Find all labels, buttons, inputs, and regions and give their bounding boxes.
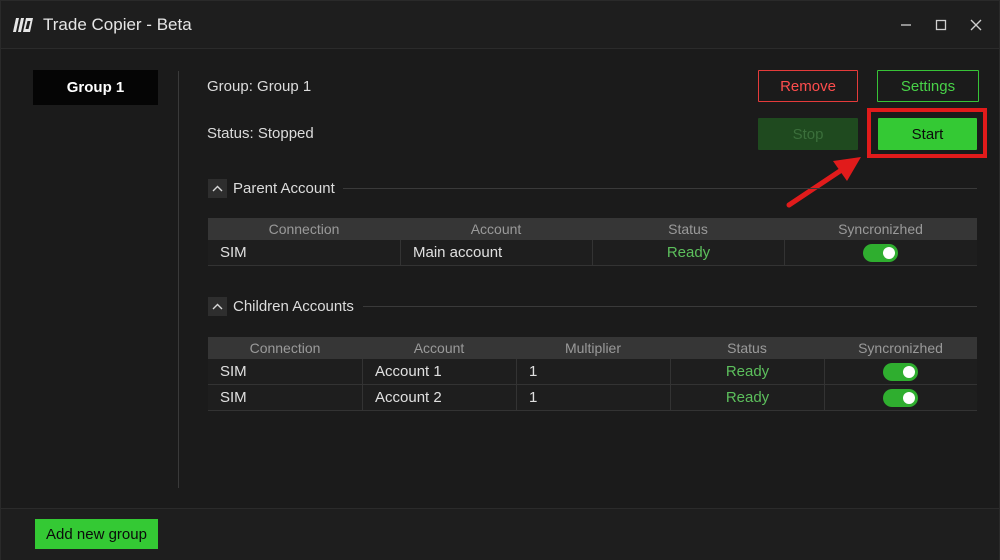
column-header: Multiplier xyxy=(564,340,621,356)
app-logo-icon xyxy=(13,18,33,32)
parent-section-divider xyxy=(343,188,977,189)
cell-synchronized xyxy=(824,385,977,411)
toggle-knob xyxy=(903,366,915,378)
sync-toggle[interactable] xyxy=(883,363,918,381)
children-accounts-table: Connection Account Multiplier Status Syn… xyxy=(208,337,977,411)
cell-multiplier[interactable]: 1 xyxy=(516,385,670,411)
column-header: Syncronizhed xyxy=(858,340,943,356)
column-header: Status xyxy=(727,340,767,356)
table-header: Connection Account Multiplier Status Syn… xyxy=(208,337,977,359)
column-header: Status xyxy=(668,221,708,237)
minimize-button[interactable] xyxy=(894,13,918,37)
cell-status: Ready xyxy=(670,385,824,411)
status-label: Status: Stopped xyxy=(207,125,314,142)
parent-collapse-button[interactable] xyxy=(208,179,227,198)
group-sidebar: Group 1 xyxy=(1,50,179,508)
column-header: Account xyxy=(413,340,465,356)
column-header: Connection xyxy=(268,221,340,237)
remove-button[interactable]: Remove xyxy=(758,70,858,102)
cell-synchronized xyxy=(824,359,977,385)
cell-status: Ready xyxy=(670,359,824,385)
table-header: Connection Account Status Syncronizhed xyxy=(208,218,977,240)
cell-connection: SIM xyxy=(220,389,247,406)
cell-account: Account 1 xyxy=(362,359,516,385)
chevron-up-icon xyxy=(212,185,223,192)
cell-connection: SIM xyxy=(220,363,247,380)
add-new-group-button[interactable]: Add new group xyxy=(35,519,158,549)
table-row[interactable]: SIM Account 2 1 Ready xyxy=(208,385,977,411)
parent-section-title: Parent Account xyxy=(233,180,335,197)
cell-account: Main account xyxy=(400,240,592,266)
sync-toggle[interactable] xyxy=(883,389,918,407)
cell-synchronized xyxy=(784,240,977,266)
parent-account-table: Connection Account Status Syncronizhed S… xyxy=(208,218,977,266)
sidebar-item-group-1[interactable]: Group 1 xyxy=(33,70,158,105)
toggle-knob xyxy=(883,247,895,259)
sync-toggle[interactable] xyxy=(863,244,898,262)
children-section-divider xyxy=(363,306,977,307)
maximize-button[interactable] xyxy=(929,13,953,37)
close-icon xyxy=(970,19,982,31)
toggle-knob xyxy=(903,392,915,404)
minimize-icon xyxy=(901,24,911,26)
table-row[interactable]: SIM Main account Ready xyxy=(208,240,977,266)
chevron-up-icon xyxy=(212,303,223,310)
title-bar: Trade Copier - Beta xyxy=(1,1,999,49)
cell-multiplier[interactable]: 1 xyxy=(516,359,670,385)
sidebar-divider xyxy=(178,71,179,488)
window-title: Trade Copier - Beta xyxy=(43,15,192,34)
group-name-label: Group: Group 1 xyxy=(207,78,312,95)
table-row[interactable]: SIM Account 1 1 Ready xyxy=(208,359,977,385)
cell-status: Ready xyxy=(592,240,784,266)
start-highlight-annotation xyxy=(867,108,987,158)
cell-connection: SIM xyxy=(220,244,247,261)
close-button[interactable] xyxy=(964,13,988,37)
footer-bar: Add new group xyxy=(1,508,999,560)
cell-account: Account 2 xyxy=(362,385,516,411)
app-window: Trade Copier - Beta Group 1 Group: Group… xyxy=(0,0,1000,560)
children-collapse-button[interactable] xyxy=(208,297,227,316)
children-section-title: Children Accounts xyxy=(233,298,354,315)
annotation-arrow-icon xyxy=(786,157,861,208)
maximize-icon xyxy=(935,19,947,31)
column-header: Syncronizhed xyxy=(838,221,923,237)
settings-button[interactable]: Settings xyxy=(877,70,979,102)
stop-button[interactable]: Stop xyxy=(758,118,858,150)
column-header: Connection xyxy=(249,340,321,356)
column-header: Account xyxy=(470,221,522,237)
